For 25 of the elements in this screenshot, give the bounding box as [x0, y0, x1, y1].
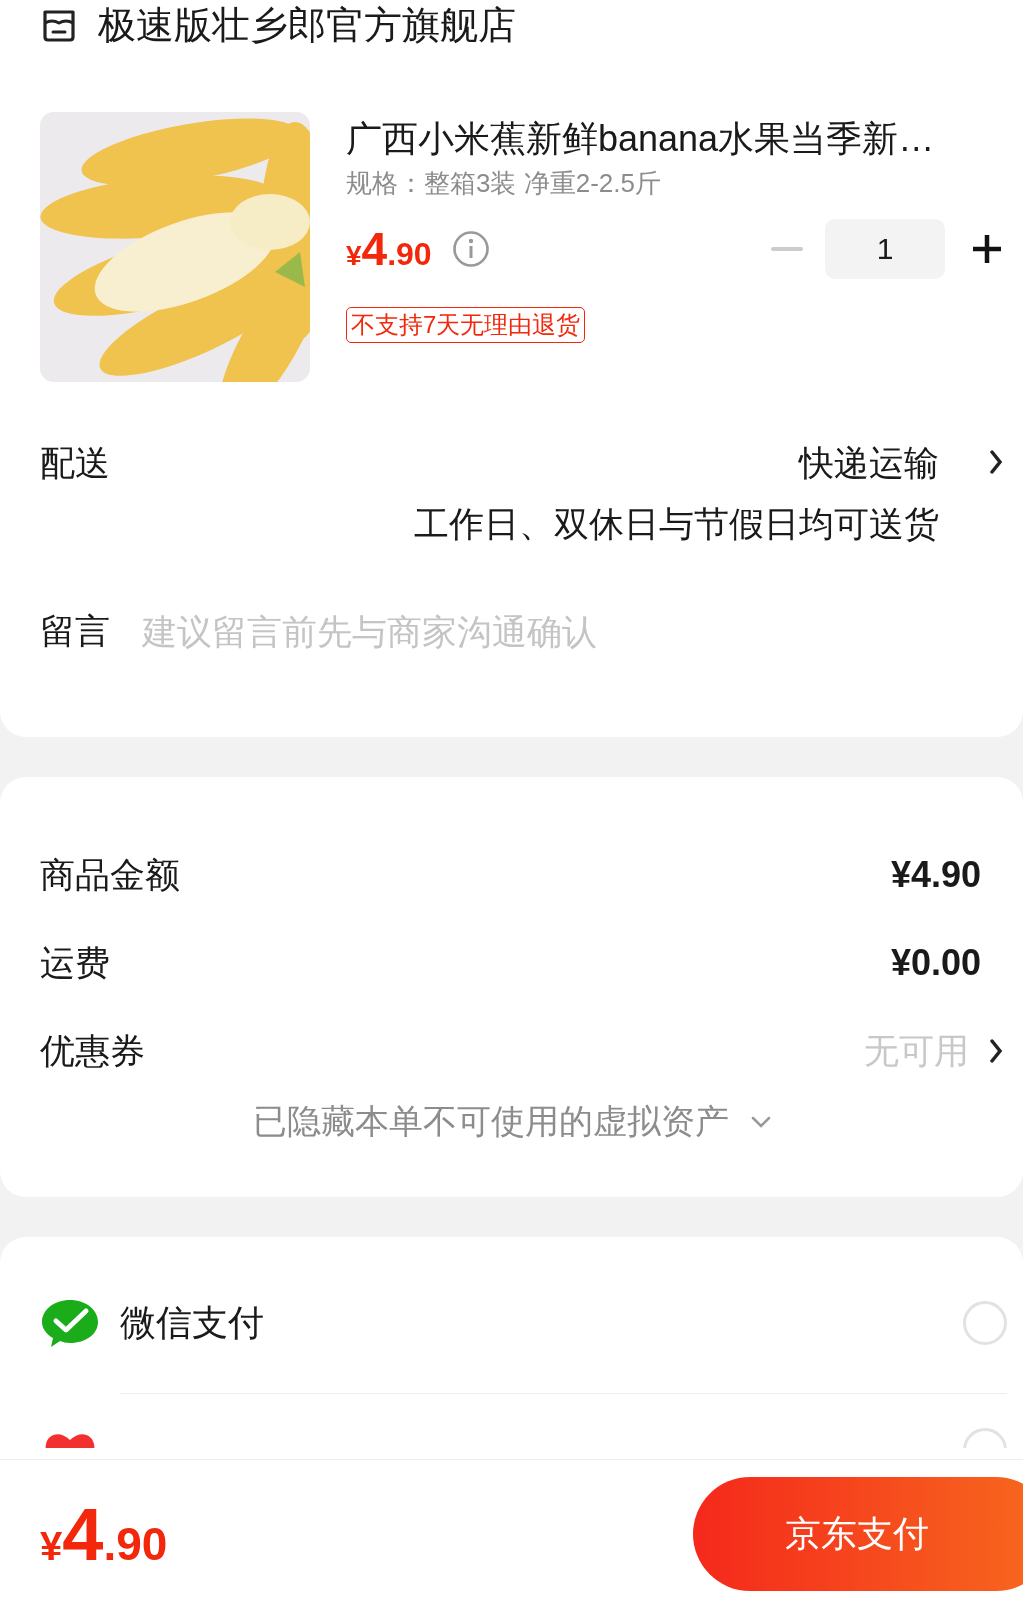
product-title[interactable]: 广西小米蕉新鲜banana水果当季新…	[346, 114, 1003, 164]
summary-label: 商品金额	[40, 853, 180, 896]
total-price: ¥4.90	[40, 1491, 168, 1577]
summary-label: 优惠券	[40, 1029, 145, 1072]
chevron-right-icon[interactable]	[989, 1039, 1003, 1063]
payment-name[interactable]: 微信支付	[120, 1298, 264, 1348]
info-icon[interactable]	[451, 230, 490, 268]
product-price: ¥4.90	[346, 222, 432, 276]
pay-button[interactable]: 京东支付	[693, 1477, 1023, 1591]
radio-button[interactable]	[963, 1301, 1007, 1345]
delivery-method[interactable]: 快递运输	[799, 440, 939, 487]
delivery-note: 工作日、双休日与节假日均可送货	[414, 503, 939, 545]
return-policy-tag: 不支持7天无理由退货	[346, 307, 586, 343]
message-label: 留言	[40, 610, 110, 652]
summary-amount: ¥4.90	[890, 854, 981, 896]
delivery-label: 配送	[40, 442, 110, 484]
quantity-field[interactable]: 1	[825, 219, 945, 279]
plus-icon[interactable]	[971, 233, 1003, 265]
summary-amount: ¥0.00	[890, 942, 981, 984]
shop-name[interactable]: 极速版壮乡郎官方旗舰店	[98, 0, 516, 51]
chat-bubble-check-icon	[40, 1297, 100, 1349]
summary-label: 运费	[40, 941, 110, 984]
product-spec: 规格：整箱3装 净重2-2.5斤	[346, 167, 662, 200]
chevron-down-icon	[750, 1116, 771, 1128]
chevron-right-icon[interactable]	[989, 450, 1003, 474]
